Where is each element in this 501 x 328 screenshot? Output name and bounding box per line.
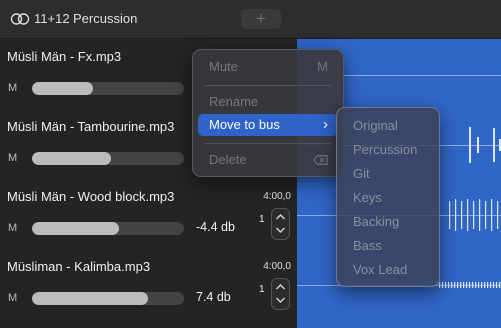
stepper-value: 1 bbox=[259, 284, 265, 295]
waveform-peak bbox=[490, 282, 492, 288]
waveform-peak bbox=[496, 282, 498, 288]
chevron-down-icon[interactable] bbox=[275, 226, 286, 234]
waveform-peak bbox=[461, 201, 463, 229]
waveform-peak bbox=[445, 282, 447, 288]
menu-separator bbox=[205, 85, 331, 86]
value-stepper[interactable] bbox=[271, 208, 290, 240]
track-title: Müsli Män - Tambourine.mp3 bbox=[7, 119, 175, 134]
volume-fill bbox=[32, 292, 148, 305]
bus-submenu: Original Percussion Git Keys Backing Bas… bbox=[336, 107, 440, 287]
waveform-peak bbox=[499, 282, 501, 288]
bus-option-percussion[interactable]: Percussion bbox=[353, 142, 417, 157]
waveform-peak bbox=[467, 199, 469, 231]
mute-button[interactable]: M bbox=[8, 82, 17, 94]
waveform-peak bbox=[487, 282, 489, 288]
volume-fill bbox=[32, 152, 112, 165]
volume-fill bbox=[32, 222, 119, 235]
waveform-peak bbox=[460, 282, 462, 288]
waveform-peak bbox=[439, 282, 441, 288]
waveform-peak bbox=[493, 282, 495, 288]
mute-button[interactable]: M bbox=[8, 152, 17, 164]
linked-circles-icon[interactable] bbox=[10, 12, 30, 26]
group-name[interactable]: Percussion bbox=[73, 11, 137, 26]
menu-item-label: Delete bbox=[209, 152, 247, 167]
waveform-peak bbox=[457, 282, 459, 288]
waveform-peak bbox=[449, 201, 451, 229]
mute-button[interactable]: M bbox=[8, 222, 17, 234]
chevron-down-icon[interactable] bbox=[275, 296, 286, 304]
menu-item-mute[interactable]: Mute M bbox=[198, 56, 338, 78]
waveform-peak bbox=[469, 127, 471, 163]
bus-option-git[interactable]: Git bbox=[353, 166, 370, 181]
waveform-peak bbox=[455, 199, 457, 231]
track-duration: 4:00,0 bbox=[263, 261, 291, 272]
waveform-peak bbox=[475, 282, 477, 288]
waveform-peak bbox=[442, 282, 444, 288]
menu-separator bbox=[205, 143, 331, 144]
bus-option-bass[interactable]: Bass bbox=[353, 238, 382, 253]
waveform-peak bbox=[479, 199, 481, 231]
waveform-peak bbox=[497, 201, 499, 229]
group-header: 11+12 Percussion + bbox=[0, 0, 501, 39]
menu-item-label: Rename bbox=[209, 94, 259, 109]
chevron-up-icon[interactable] bbox=[275, 283, 286, 291]
waveform-peak bbox=[463, 282, 465, 288]
track-title: Müsli Män - Wood block.mp3 bbox=[7, 189, 175, 204]
menu-item-label: Move to bus bbox=[209, 117, 280, 132]
waveform-peak bbox=[472, 282, 474, 288]
waveform-peak bbox=[481, 282, 483, 288]
volume-db-value: 7.4 db bbox=[196, 290, 231, 304]
value-stepper[interactable] bbox=[271, 278, 290, 310]
track-numbers: 11+12 bbox=[34, 11, 70, 26]
track-title: Müsli Män - Fx.mp3 bbox=[7, 49, 122, 64]
volume-slider[interactable] bbox=[32, 222, 184, 235]
volume-fill bbox=[32, 82, 93, 95]
menu-item-rename[interactable]: Rename bbox=[198, 91, 338, 113]
waveform-peak bbox=[478, 282, 480, 288]
menu-item-move-to-bus[interactable]: Move to bus › bbox=[198, 114, 338, 136]
chevron-right-icon: › bbox=[323, 116, 328, 133]
waveform-peak bbox=[485, 201, 487, 229]
waveform-peak bbox=[493, 128, 495, 162]
volume-slider[interactable] bbox=[32, 82, 184, 95]
bus-option-backing[interactable]: Backing bbox=[353, 214, 399, 229]
waveform-peak bbox=[477, 137, 479, 153]
track-duration: 4:00,0 bbox=[263, 191, 291, 202]
bus-option-keys[interactable]: Keys bbox=[353, 190, 382, 205]
volume-slider[interactable] bbox=[32, 292, 184, 305]
context-menu: Mute M Rename Move to bus › Delete bbox=[192, 49, 344, 177]
menu-shortcut: M bbox=[317, 59, 328, 74]
track-row: Müsliman - Kalimba.mp3 4:00,0 M 7.4 db 1 bbox=[0, 249, 297, 319]
waveform-peak bbox=[484, 282, 486, 288]
bus-option-vox-lead[interactable]: Vox Lead bbox=[353, 262, 407, 277]
volume-db-value: -4.4 db bbox=[196, 220, 235, 234]
track-title: Müsliman - Kalimba.mp3 bbox=[7, 259, 151, 274]
bus-option-original[interactable]: Original bbox=[353, 118, 398, 133]
mute-button[interactable]: M bbox=[8, 292, 17, 304]
waveform-peak bbox=[454, 282, 456, 288]
waveform-peak bbox=[469, 282, 471, 288]
delete-backward-icon bbox=[313, 155, 328, 165]
menu-item-label: Mute bbox=[209, 59, 238, 74]
add-track-button[interactable]: + bbox=[241, 9, 281, 29]
waveform-peak bbox=[466, 282, 468, 288]
menu-item-delete[interactable]: Delete bbox=[198, 149, 338, 171]
waveform-peak bbox=[473, 201, 475, 229]
waveform-peak bbox=[491, 199, 493, 231]
chevron-up-icon[interactable] bbox=[275, 213, 286, 221]
waveform-peak bbox=[448, 282, 450, 288]
waveform-peak bbox=[451, 282, 453, 288]
volume-slider[interactable] bbox=[32, 152, 184, 165]
stepper-value: 1 bbox=[259, 214, 265, 225]
track-row: Müsli Män - Wood block.mp3 4:00,0 M -4.4… bbox=[0, 179, 297, 249]
